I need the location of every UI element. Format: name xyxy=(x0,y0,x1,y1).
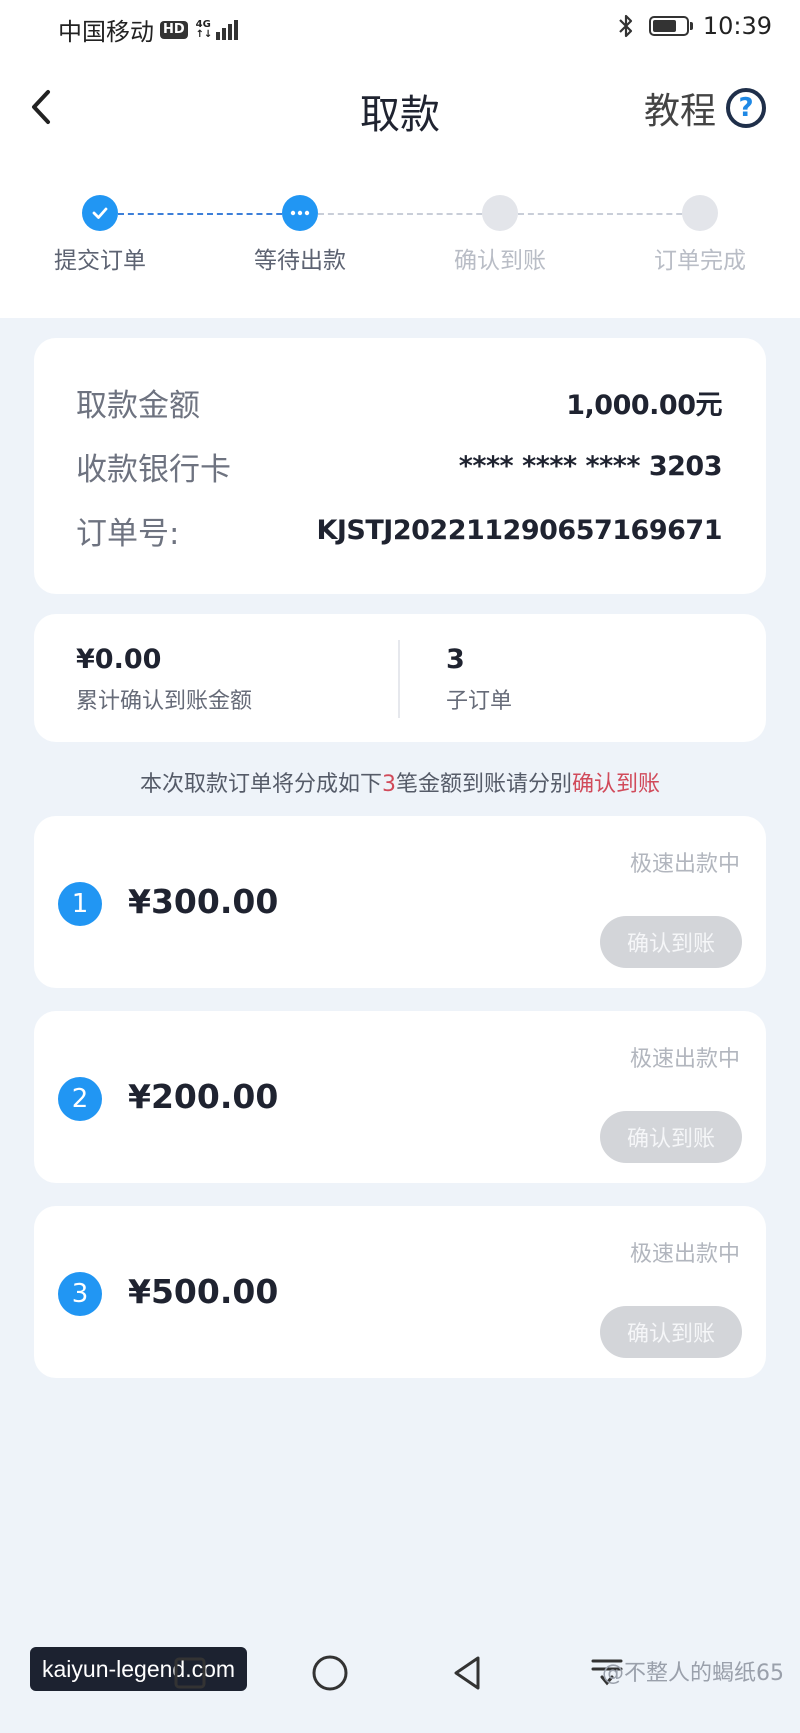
sub-order-status: 极速出款中 xyxy=(629,852,740,877)
notice-count: 3 xyxy=(381,772,396,797)
hd-badge: HD xyxy=(160,20,188,39)
status-right: 10:39 xyxy=(617,12,772,40)
step-submit-order: 提交订单 xyxy=(30,190,170,275)
step-dot xyxy=(482,195,518,231)
sub-order-status: 极速出款中 xyxy=(629,1047,740,1072)
notice-middle: 笔金额到账请分别 xyxy=(395,772,572,797)
sub-order-card: 极速出款中 1 ¥300.00 确认到账 xyxy=(34,816,766,988)
bank-card-label: 收款银行卡 xyxy=(76,452,231,488)
confirm-receipt-button[interactable]: 确认到账 xyxy=(600,916,742,968)
order-number-value: KJSTJ202211290657169671 xyxy=(316,515,722,546)
step-label: 确认到账 xyxy=(454,248,546,274)
step-awaiting-payout: 等待出款 xyxy=(230,190,370,275)
sub-order-count-label: 子订单 xyxy=(446,689,513,714)
network-arrows: ↑↓ xyxy=(195,28,213,40)
sub-order-number: 2 xyxy=(58,1077,102,1121)
triangle-back-icon xyxy=(454,1656,480,1690)
signal-icon: 4G ↑↓ xyxy=(195,18,239,40)
sub-order-count-value: 3 xyxy=(446,644,465,675)
ellipsis-icon xyxy=(282,195,318,231)
tutorial-button[interactable]: 教程 ? xyxy=(644,82,766,134)
summary-card: ¥0.00 累计确认到账金额 3 子订单 xyxy=(34,614,766,742)
help-icon: ? xyxy=(726,88,766,128)
sub-order-number: 3 xyxy=(58,1272,102,1316)
sub-order-amount: ¥200.00 xyxy=(128,1077,279,1116)
battery-icon xyxy=(648,16,693,36)
watermark-left: kaiyun-legend.com xyxy=(30,1647,248,1691)
check-icon xyxy=(82,195,118,231)
confirmed-total-value: ¥0.00 xyxy=(76,644,162,675)
confirm-receipt-button[interactable]: 确认到账 xyxy=(600,1111,742,1163)
help-glyph: ? xyxy=(738,93,754,123)
status-left: 中国移动 HD 4G ↑↓ xyxy=(58,12,239,47)
sub-order-status: 极速出款中 xyxy=(629,1242,740,1267)
status-bar: 中国移动 HD 4G ↑↓ 10:39 xyxy=(0,0,800,56)
sub-order-number: 1 xyxy=(58,882,102,926)
amount-label: 取款金额 xyxy=(76,388,200,424)
nav-bar: 取款 教程 ? xyxy=(0,70,800,144)
sub-order-amount: ¥300.00 xyxy=(128,882,279,921)
system-back-button[interactable] xyxy=(448,1653,488,1697)
amount-row: 取款金额 1,000.00元 xyxy=(76,380,722,425)
amount-value: 1,000.00元 xyxy=(566,390,722,421)
system-nav-bar: kaiyun-legend.com @不整人的蝎纸65 xyxy=(0,1625,800,1733)
notice-action: 确认到账 xyxy=(572,772,661,797)
step-order-complete: 订单完成 xyxy=(630,190,770,275)
order-number-row: 订单号: KJSTJ202211290657169671 xyxy=(76,508,722,553)
notice-prefix: 本次取款订单将分成如下 xyxy=(139,772,382,797)
progress-steps: 提交订单 等待出款 确认到账 订单完成 xyxy=(0,190,800,274)
confirm-receipt-button[interactable]: 确认到账 xyxy=(600,1306,742,1358)
bluetooth-icon xyxy=(619,14,632,38)
step-confirm-receipt: 确认到账 xyxy=(430,190,570,275)
summary-divider xyxy=(398,640,400,718)
carrier-name: 中国移动 xyxy=(58,18,154,46)
confirmed-total-label: 累计确认到账金额 xyxy=(76,689,253,714)
bank-card-row: 收款银行卡 **** **** **** 3203 xyxy=(76,444,723,489)
network-type: 4G xyxy=(195,18,211,30)
tutorial-label: 教程 xyxy=(643,91,716,132)
confirmed-total: ¥0.00 累计确认到账金额 xyxy=(76,644,252,715)
sub-order-card: 极速出款中 2 ¥200.00 确认到账 xyxy=(34,1011,766,1183)
clock: 10:39 xyxy=(702,12,772,40)
sub-order-amount: ¥500.00 xyxy=(128,1272,279,1311)
step-dot xyxy=(682,195,718,231)
recent-apps-button[interactable] xyxy=(170,1653,210,1697)
step-label: 提交订单 xyxy=(54,248,146,274)
bank-card-value: **** **** **** 3203 xyxy=(458,451,723,482)
withdrawal-info-card: 取款金额 1,000.00元 收款银行卡 **** **** **** 3203… xyxy=(34,338,766,594)
circle-icon xyxy=(312,1655,348,1691)
watermark-right: @不整人的蝎纸65 xyxy=(602,1661,784,1686)
sub-order-count: 3 子订单 xyxy=(446,644,512,715)
split-notice: 本次取款订单将分成如下3笔金额到账请分别确认到账 xyxy=(0,766,800,798)
order-number-label: 订单号: xyxy=(76,516,180,552)
home-button[interactable] xyxy=(310,1653,350,1697)
battery-fill xyxy=(652,20,676,32)
sub-order-card: 极速出款中 3 ¥500.00 确认到账 xyxy=(34,1206,766,1378)
step-label: 订单完成 xyxy=(654,248,746,274)
square-icon xyxy=(174,1657,206,1689)
step-label: 等待出款 xyxy=(254,248,346,274)
